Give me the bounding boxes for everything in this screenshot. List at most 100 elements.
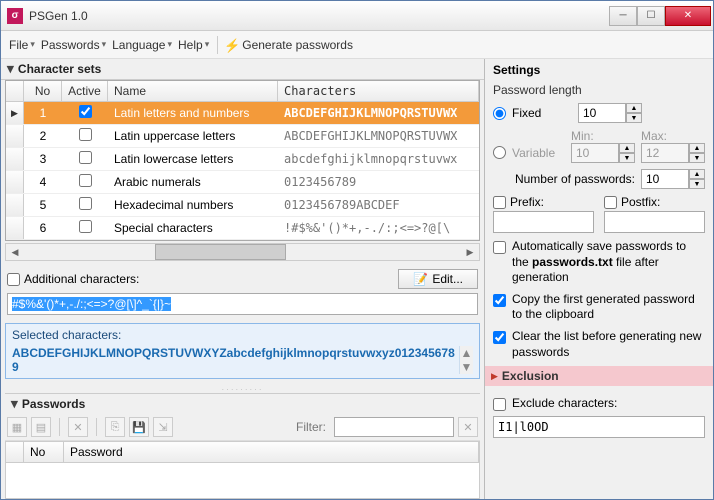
fixed-length-stepper[interactable]: ▲▼ [578, 103, 642, 123]
character-sets-title: Character sets [18, 62, 101, 76]
right-pane: Settings Password length Fixed ▲▼ Variab… [485, 59, 713, 499]
autosave-checkbox[interactable] [493, 241, 506, 254]
scroll-right-icon[interactable]: ▶ [461, 247, 479, 258]
minimize-button[interactable]: ─ [609, 6, 637, 26]
active-checkbox[interactable] [79, 174, 92, 187]
max-stepper[interactable]: ▲▼ [641, 143, 705, 163]
cell-chars: ABCDEFGHIJKLMNOPQRSTUVWX [278, 103, 479, 123]
fixed-radio[interactable] [493, 107, 506, 120]
additional-characters-input[interactable]: #$%&'()*+,-./:;<=>?@[\]^_`{|}~ [7, 293, 478, 315]
menu-passwords[interactable]: Passwords▾ [39, 35, 108, 55]
filter-input[interactable] [334, 417, 454, 437]
maximize-button[interactable]: ☐ [637, 6, 665, 26]
cell-active[interactable] [62, 171, 108, 193]
table-row[interactable]: 5Hexadecimal numbers0123456789ABCDEF [6, 194, 479, 217]
edit-icon: 📝 [413, 272, 428, 286]
col-characters[interactable]: Characters [278, 81, 479, 101]
cell-active[interactable] [62, 148, 108, 170]
scroll-left-icon[interactable]: ◀ [6, 247, 24, 258]
spin-down-icon[interactable]: ▼ [626, 113, 642, 123]
splitter-handle[interactable]: ········· [1, 385, 484, 393]
active-checkbox[interactable] [79, 105, 92, 118]
variable-label: Variable [512, 146, 565, 160]
cell-active[interactable] [62, 102, 108, 124]
col-active[interactable]: Active [62, 81, 108, 101]
table-row[interactable]: 4Arabic numerals0123456789 [6, 171, 479, 194]
copy-icon[interactable]: ⎘ [105, 417, 125, 437]
min-input[interactable] [571, 143, 619, 163]
table-row[interactable]: ▶1Latin letters and numbersABCDEFGHIJKLM… [6, 102, 479, 125]
clear-filter-icon[interactable]: ✕ [458, 417, 478, 437]
grid-icon[interactable]: ▦ [7, 417, 27, 437]
min-stepper[interactable]: ▲▼ [571, 143, 635, 163]
cell-chars: ABCDEFGHIJKLMNOPQRSTUVWX [278, 126, 479, 146]
exclude-checkbox[interactable] [493, 398, 506, 411]
exclusion-header[interactable]: ▶ Exclusion [485, 366, 713, 386]
cell-active[interactable] [62, 217, 108, 239]
vertical-scrollbar[interactable]: ▲▼ [459, 346, 473, 374]
postfix-checkbox[interactable] [604, 196, 617, 209]
fixed-label: Fixed [512, 106, 572, 120]
grid2-icon[interactable]: ▤ [31, 417, 51, 437]
horizontal-scrollbar[interactable]: ◀ ▶ [5, 243, 480, 261]
spin-up-icon[interactable]: ▲ [626, 103, 642, 113]
num-passwords-stepper[interactable]: ▲▼ [641, 169, 705, 189]
table-row[interactable]: 2 Latin uppercase lettersABCDEFGHIJKLMNOP… [6, 125, 479, 148]
character-sets-grid: No Active Name Characters ▶1Latin letter… [5, 80, 480, 241]
copy-first-label: Copy the first generated password to the… [512, 292, 705, 323]
table-row[interactable]: 6Special characters!#$%&'()*+,-./:;<=>?@… [6, 217, 479, 240]
col-name[interactable]: Name [108, 81, 278, 101]
active-checkbox[interactable] [79, 220, 92, 233]
cell-active[interactable] [62, 125, 108, 147]
save-icon[interactable]: 💾 [129, 417, 149, 437]
delete-icon[interactable]: ✕ [68, 417, 88, 437]
export-icon[interactable]: ⇲ [153, 417, 173, 437]
postfix-input[interactable] [604, 211, 705, 233]
menu-language[interactable]: Language▾ [110, 35, 174, 55]
prefix-input[interactable] [493, 211, 594, 233]
menu-help[interactable]: Help▾ [176, 35, 211, 55]
col-pw-password[interactable]: Password [64, 442, 479, 462]
generate-passwords-button[interactable]: Generate passwords [240, 35, 355, 55]
variable-radio[interactable] [493, 146, 506, 159]
selected-characters-label: Selected characters: [12, 328, 473, 342]
password-length-label: Password length [493, 83, 705, 97]
col-pw-no[interactable]: No [24, 442, 64, 462]
cell-active[interactable] [62, 194, 108, 216]
clear-list-label: Clear the list before generating new pas… [512, 329, 705, 360]
row-marker [6, 217, 24, 239]
scroll-thumb[interactable] [155, 244, 286, 260]
cell-no: 2 [24, 126, 62, 146]
app-window: σ PSGen 1.0 ─ ☐ ✕ File▾ Passwords▾ Langu… [0, 0, 714, 500]
exclusion-title: Exclusion [502, 369, 559, 383]
cell-name: Latin lowercase letters [108, 149, 278, 169]
clear-list-checkbox[interactable] [493, 331, 506, 344]
titlebar: σ PSGen 1.0 ─ ☐ ✕ [1, 1, 713, 31]
table-row[interactable]: 3Latin lowercase lettersabcdefghijklmnop… [6, 148, 479, 171]
col-no[interactable]: No [24, 81, 62, 101]
passwords-title: Passwords [22, 397, 85, 411]
exclude-input[interactable] [493, 416, 705, 438]
active-checkbox[interactable] [79, 128, 92, 141]
cell-name: Latin uppercase letters [108, 126, 278, 146]
menubar: File▾ Passwords▾ Language▾ Help▾ ⚡ Gener… [1, 31, 713, 59]
settings-title: Settings [493, 63, 705, 77]
row-marker [6, 148, 24, 170]
triangle-icon: ▶ [5, 66, 16, 73]
edit-button[interactable]: 📝 Edit... [398, 269, 478, 289]
additional-characters-checkbox[interactable] [7, 273, 20, 286]
close-button[interactable]: ✕ [665, 6, 711, 26]
menu-file[interactable]: File▾ [7, 35, 37, 55]
copy-first-checkbox[interactable] [493, 294, 506, 307]
fixed-length-input[interactable] [578, 103, 626, 123]
cell-name: Hexadecimal numbers [108, 195, 278, 215]
active-checkbox[interactable] [79, 151, 92, 164]
active-checkbox[interactable] [79, 197, 92, 210]
cell-no: 3 [24, 149, 62, 169]
left-pane: ▶ Character sets No Active Name Characte… [1, 59, 485, 499]
cell-chars: 0123456789ABCDEF [278, 195, 479, 215]
prefix-checkbox[interactable] [493, 196, 506, 209]
row-marker [6, 171, 24, 193]
max-input[interactable] [641, 143, 689, 163]
num-passwords-input[interactable] [641, 169, 689, 189]
